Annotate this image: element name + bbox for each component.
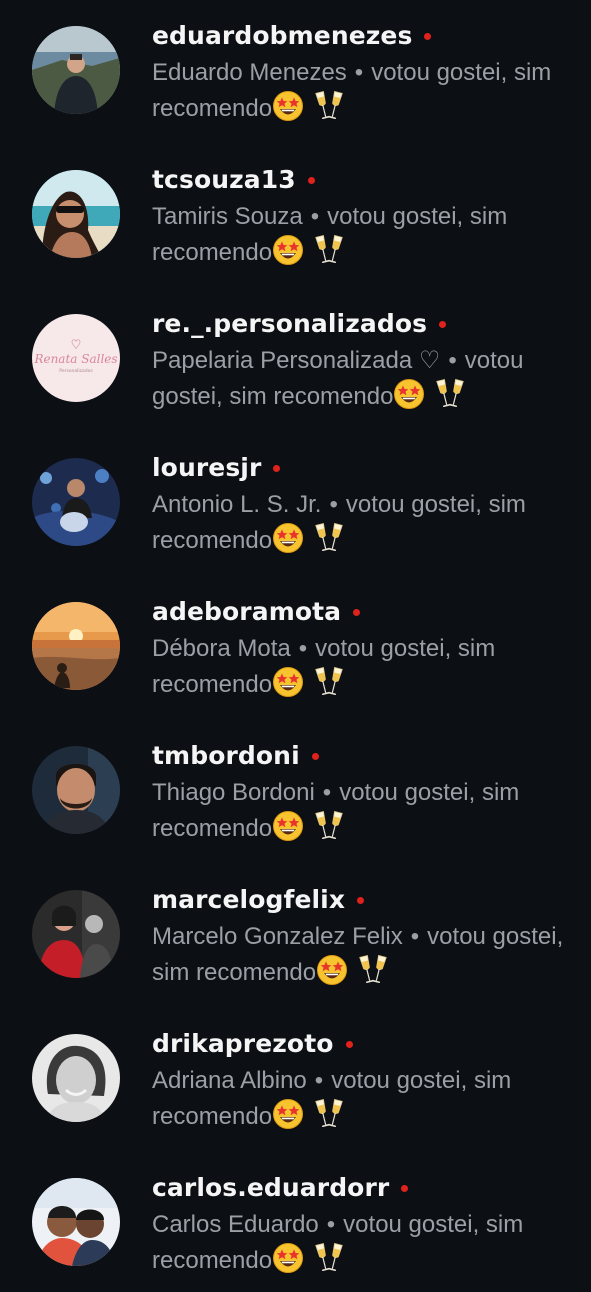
avatar-logo-subtext: Personalizados	[59, 368, 93, 374]
username[interactable]: drikaprezoto	[152, 1029, 334, 1058]
status-dot	[311, 752, 319, 760]
separator: •	[314, 1067, 324, 1094]
display-name: Papelaria Personalizada ♡	[152, 347, 441, 374]
star-struck-emoji-icon	[272, 234, 304, 266]
display-name: Carlos Eduardo	[152, 1211, 319, 1238]
status-dot	[273, 464, 281, 472]
clinking-glasses-emoji-icon	[435, 378, 465, 410]
status-dot	[307, 176, 315, 184]
clinking-glasses-emoji-icon	[358, 954, 388, 986]
vote-description: Eduardo Menezes • votou gostei, sim recome…	[152, 56, 588, 126]
avatar[interactable]	[32, 1178, 120, 1266]
username[interactable]: marcelogfelix	[152, 885, 345, 914]
list-item[interactable]: adeboramota Débora Mota • votou gostei, si…	[0, 576, 591, 716]
display-name: Tamiris Souza	[152, 203, 303, 230]
star-struck-emoji-icon	[272, 1098, 304, 1130]
clinking-glasses-emoji-icon	[314, 522, 344, 554]
avatar[interactable]	[32, 890, 120, 978]
status-dot	[357, 896, 365, 904]
separator: •	[410, 923, 420, 950]
vote-description: Carlos Eduardo • votou gostei, sim recomen…	[152, 1208, 588, 1278]
username[interactable]: tcsouza13	[152, 165, 296, 194]
display-name: Eduardo Menezes	[152, 59, 347, 86]
vote-description: Thiago Bordoni • votou gostei, sim recomen…	[152, 776, 588, 846]
avatar[interactable]: Renata Salles Personalizados	[32, 314, 120, 402]
clinking-glasses-emoji-icon	[314, 1242, 344, 1274]
clinking-glasses-emoji-icon	[314, 90, 344, 122]
clinking-glasses-emoji-icon	[314, 1098, 344, 1130]
status-dot	[345, 1040, 353, 1048]
star-struck-emoji-icon	[272, 522, 304, 554]
list-item[interactable]: marcelogfelix Marcelo Gonzalez Felix • vot…	[0, 864, 591, 1004]
display-name: Antonio L. S. Jr.	[152, 491, 322, 518]
status-dot	[424, 32, 432, 40]
display-name: Débora Mota	[152, 635, 291, 662]
status-dot	[353, 608, 361, 616]
vote-description: Tamiris Souza • votou gostei, sim recomend…	[152, 200, 588, 270]
vote-description: Antonio L. S. Jr. • votou gostei, sim reco…	[152, 488, 588, 558]
avatar[interactable]	[32, 746, 120, 834]
separator: •	[322, 779, 332, 806]
display-name: Marcelo Gonzalez Felix	[152, 923, 403, 950]
star-struck-emoji-icon	[272, 90, 304, 122]
list-item[interactable]: louresjr Antonio L. S. Jr. • votou gostei,…	[0, 432, 591, 572]
voter-list: eduardobmenezes Eduardo Menezes • votou go…	[0, 0, 591, 1291]
avatar-logo-text: Renata Salles	[33, 352, 117, 366]
username[interactable]: adeboramota	[152, 597, 341, 626]
avatar[interactable]	[32, 170, 120, 258]
clinking-glasses-emoji-icon	[314, 234, 344, 266]
status-dot	[401, 1184, 409, 1192]
separator: •	[298, 635, 308, 662]
list-item[interactable]: drikaprezoto Adriana Albino • votou gostei…	[0, 1008, 591, 1148]
vote-description: Débora Mota • votou gostei, sim recomendo	[152, 632, 588, 702]
star-struck-emoji-icon	[272, 1242, 304, 1274]
avatar[interactable]	[32, 458, 120, 546]
separator: •	[448, 347, 457, 374]
star-struck-emoji-icon	[316, 954, 348, 986]
separator: •	[326, 1211, 336, 1238]
list-item[interactable]: eduardobmenezes Eduardo Menezes • votou go…	[0, 0, 591, 140]
username[interactable]: tmbordoni	[152, 741, 300, 770]
display-name: Thiago Bordoni	[152, 779, 315, 806]
username[interactable]: carlos.eduardorr	[152, 1173, 389, 1202]
status-dot	[439, 320, 447, 328]
avatar[interactable]	[32, 1034, 120, 1122]
avatar[interactable]	[32, 602, 120, 690]
separator: •	[310, 203, 320, 230]
vote-description: Papelaria Personalizada ♡ • votou gostei, …	[152, 344, 588, 414]
username[interactable]: eduardobmenezes	[152, 21, 412, 50]
separator: •	[329, 491, 338, 518]
list-item[interactable]: carlos.eduardorr Carlos Eduardo • votou go…	[0, 1152, 591, 1292]
list-item[interactable]: Renata Salles Personalizados re._.person…	[0, 288, 591, 428]
list-item[interactable]: tmbordoni Thiago Bordoni • votou gostei, s…	[0, 720, 591, 860]
avatar[interactable]	[32, 26, 120, 114]
star-struck-emoji-icon	[393, 378, 425, 410]
clinking-glasses-emoji-icon	[314, 666, 344, 698]
username[interactable]: louresjr	[152, 453, 261, 482]
clinking-glasses-emoji-icon	[314, 810, 344, 842]
vote-description: Marcelo Gonzalez Felix • votou gostei, sim…	[152, 920, 588, 990]
vote-description: Adriana Albino • votou gostei, sim recomen…	[152, 1064, 588, 1134]
list-item[interactable]: tcsouza13 Tamiris Souza • votou gostei, si…	[0, 144, 591, 284]
star-struck-emoji-icon	[272, 810, 304, 842]
display-name: Adriana Albino	[152, 1067, 307, 1094]
star-struck-emoji-icon	[272, 666, 304, 698]
username[interactable]: re._.personalizados	[152, 309, 427, 338]
separator: •	[354, 59, 364, 86]
